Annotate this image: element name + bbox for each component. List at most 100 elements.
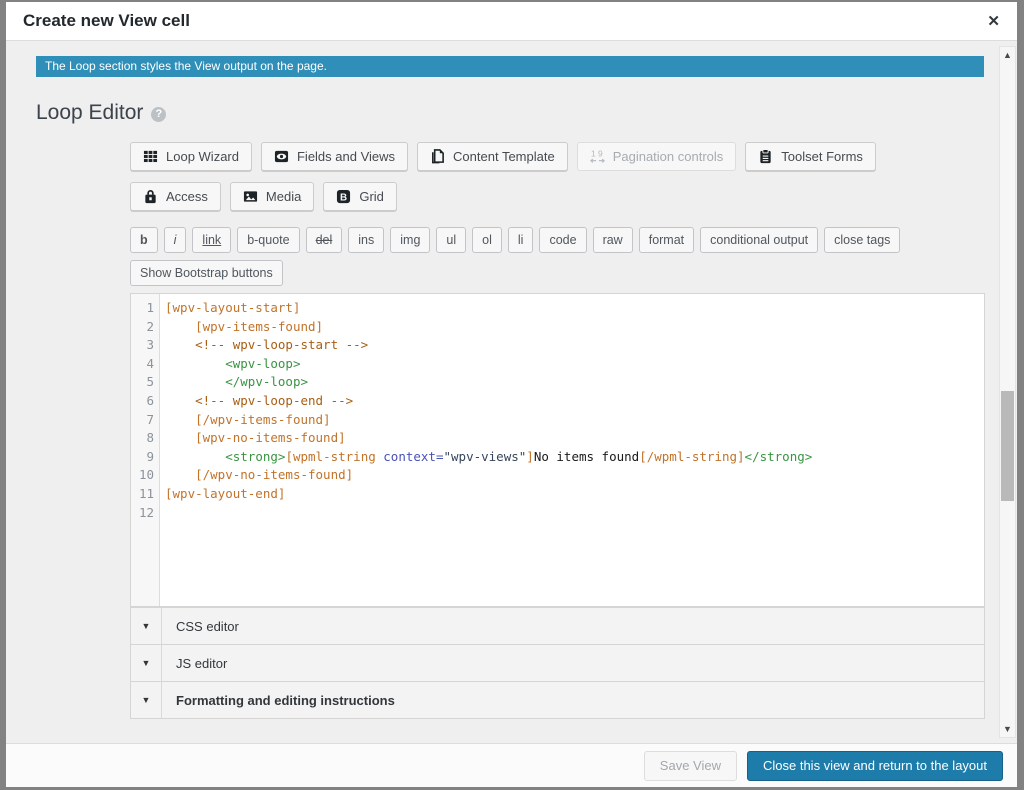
- line-number: 6: [131, 392, 154, 411]
- toolbar-button-fields-and-views[interactable]: Fields and Views: [261, 142, 408, 171]
- svg-text:9: 9: [598, 149, 603, 159]
- line-number: 3: [131, 336, 154, 355]
- toolbar-button-loop-wizard[interactable]: Loop Wizard: [130, 142, 252, 171]
- code-line: [165, 504, 984, 523]
- chevron-down-icon[interactable]: ▼: [131, 608, 162, 644]
- line-number-gutter: 123456789101112: [131, 294, 160, 606]
- section-label: JS editor: [176, 656, 227, 671]
- line-number: 12: [131, 504, 154, 523]
- quicktag-li[interactable]: li: [508, 227, 534, 253]
- quicktag-img[interactable]: img: [390, 227, 430, 253]
- toolbar-button-label: Loop Wizard: [166, 149, 239, 164]
- quicktags-row: bilinkb-quote delinsimgulollicoderawforma…: [130, 227, 985, 253]
- loop-editor-code[interactable]: 123456789101112 [wpv-layout-start] [wpv-…: [130, 293, 985, 607]
- grid-icon: [143, 149, 158, 164]
- quicktag-format[interactable]: format: [639, 227, 694, 253]
- toolbar-button-label: Grid: [359, 189, 384, 204]
- insert-toolbar: Loop Wizard Fields and Views Content Templ…: [130, 142, 985, 211]
- quicktag-close-tags[interactable]: close tags: [824, 227, 900, 253]
- quicktag-b-quote[interactable]: b-quote: [237, 227, 299, 253]
- code-line: [wpv-no-items-found]: [165, 429, 984, 448]
- svg-text:1: 1: [591, 149, 596, 159]
- line-number: 11: [131, 485, 154, 504]
- dialog-footer: Save View Close this view and return to …: [6, 743, 1017, 787]
- code-line: [/wpv-items-found]: [165, 411, 984, 430]
- scrollbar-thumb[interactable]: [1001, 391, 1014, 501]
- collapsible-sections: ▼ CSS editor ▼ JS editor ▼ Formatting and edi…: [130, 607, 985, 719]
- section-js-editor[interactable]: ▼ JS editor: [130, 644, 985, 681]
- eye-box-icon: [274, 149, 289, 164]
- dialog-title: Create new View cell: [23, 11, 190, 31]
- line-number: 8: [131, 429, 154, 448]
- scroll-up-icon[interactable]: ▲: [1000, 47, 1015, 63]
- bootstrap-b-icon: B: [336, 189, 351, 204]
- content-scrollbar[interactable]: ▲ ▼: [999, 46, 1016, 738]
- section-formatting-and-editing-instructions[interactable]: ▼ Formatting and editing instructions: [130, 681, 985, 718]
- help-icon[interactable]: ?: [151, 107, 166, 122]
- line-number: 5: [131, 373, 154, 392]
- quicktag-b[interactable]: b: [130, 227, 158, 253]
- quicktags-row: Show Bootstrap buttons: [130, 260, 985, 286]
- toolbar-button-label: Content Template: [453, 149, 555, 164]
- toolbar-button-label: Toolset Forms: [781, 149, 863, 164]
- code-line: [wpv-layout-end]: [165, 485, 984, 504]
- line-number: 2: [131, 318, 154, 337]
- toolbar-button-pagination-controls: 19 Pagination controls: [577, 142, 737, 171]
- toolbar-button-label: Fields and Views: [297, 149, 395, 164]
- page-copy-icon: [430, 149, 445, 164]
- code-line: [wpv-items-found]: [165, 318, 984, 337]
- quicktag-show-bootstrap-buttons[interactable]: Show Bootstrap buttons: [130, 260, 283, 286]
- code-line: <strong>[wpml-string context="wpv-views"…: [165, 448, 984, 467]
- line-number: 1: [131, 299, 154, 318]
- toolbar-row: Access Media B Grid: [130, 182, 985, 211]
- section-label: Formatting and editing instructions: [176, 693, 395, 708]
- code-line: <wpv-loop>: [165, 355, 984, 374]
- quicktag-ins[interactable]: ins: [348, 227, 384, 253]
- toolbar-button-label: Pagination controls: [613, 149, 724, 164]
- quicktags-toolbar: bilinkb-quote delinsimgulollicoderawforma…: [130, 227, 985, 286]
- line-number: 7: [131, 411, 154, 430]
- loop-editor-heading-row: Loop Editor?: [36, 101, 1017, 125]
- toolbar-button-access[interactable]: Access: [130, 182, 221, 211]
- quicktag-i[interactable]: i: [164, 227, 187, 253]
- info-banner: The Loop section styles the View output …: [36, 56, 984, 77]
- toolbar-button-media[interactable]: Media: [230, 182, 314, 211]
- close-return-button[interactable]: Close this view and return to the layout: [747, 751, 1003, 781]
- toolbar-row: Loop Wizard Fields and Views Content Templ…: [130, 142, 985, 171]
- line-number: 4: [131, 355, 154, 374]
- quicktag-conditional-output[interactable]: conditional output: [700, 227, 818, 253]
- dialog-titlebar: Create new View cell ✕: [6, 2, 1017, 41]
- chevron-down-icon[interactable]: ▼: [131, 645, 162, 681]
- section-label: CSS editor: [176, 619, 239, 634]
- section-css-editor[interactable]: ▼ CSS editor: [130, 607, 985, 644]
- close-icon[interactable]: ✕: [987, 14, 1000, 29]
- create-view-cell-dialog: Create new View cell ✕ The Loop section …: [6, 2, 1017, 787]
- quicktag-link[interactable]: link: [192, 227, 231, 253]
- code-line: [wpv-layout-start]: [165, 299, 984, 318]
- toolbar-button-toolset-forms[interactable]: Toolset Forms: [745, 142, 876, 171]
- quicktag-ol[interactable]: ol: [472, 227, 502, 253]
- chevron-down-icon[interactable]: ▼: [131, 682, 162, 718]
- lock-icon: [143, 189, 158, 204]
- svg-text:B: B: [340, 192, 347, 203]
- code-line: <!-- wpv-loop-end -->: [165, 392, 984, 411]
- line-number: 9: [131, 448, 154, 467]
- quicktag-code[interactable]: code: [539, 227, 586, 253]
- code-line: <!-- wpv-loop-start -->: [165, 336, 984, 355]
- loop-editor-panel: Loop Wizard Fields and Views Content Templ…: [130, 142, 985, 719]
- save-view-button[interactable]: Save View: [644, 751, 737, 781]
- toolbar-button-label: Media: [266, 189, 301, 204]
- code-line: </wpv-loop>: [165, 373, 984, 392]
- quicktag-raw[interactable]: raw: [593, 227, 633, 253]
- code-area[interactable]: [wpv-layout-start] [wpv-items-found] <!-…: [160, 294, 984, 606]
- toolbar-button-content-template[interactable]: Content Template: [417, 142, 568, 171]
- quicktag-ul[interactable]: ul: [436, 227, 466, 253]
- clipboard-icon: [758, 149, 773, 164]
- scroll-down-icon[interactable]: ▼: [1000, 721, 1015, 737]
- toolbar-button-grid[interactable]: B Grid: [323, 182, 397, 211]
- quicktag-del[interactable]: del: [306, 227, 343, 253]
- toolbar-button-label: Access: [166, 189, 208, 204]
- pagination-19-icon: 19: [590, 149, 605, 164]
- code-line: [/wpv-no-items-found]: [165, 466, 984, 485]
- dialog-content: The Loop section styles the View output …: [6, 41, 1017, 743]
